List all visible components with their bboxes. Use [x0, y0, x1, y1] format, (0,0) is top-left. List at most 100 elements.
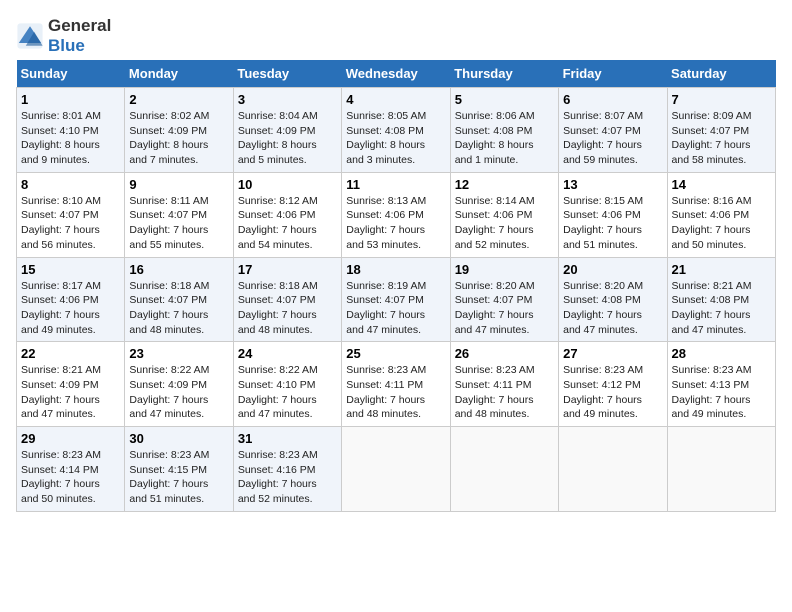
calendar-cell: 16 Sunrise: 8:18 AM Sunset: 4:07 PM Dayli… — [125, 257, 233, 342]
day-info: Sunrise: 8:02 AM Sunset: 4:09 PM Dayligh… — [129, 109, 228, 168]
day-number: 24 — [238, 346, 337, 361]
day-info: Sunrise: 8:17 AM Sunset: 4:06 PM Dayligh… — [21, 279, 120, 338]
day-info: Sunrise: 8:18 AM Sunset: 4:07 PM Dayligh… — [129, 279, 228, 338]
day-number: 20 — [563, 262, 662, 277]
day-info: Sunrise: 8:01 AM Sunset: 4:10 PM Dayligh… — [21, 109, 120, 168]
weekday-header: Saturday — [667, 60, 775, 88]
day-number: 13 — [563, 177, 662, 192]
day-info: Sunrise: 8:23 AM Sunset: 4:14 PM Dayligh… — [21, 448, 120, 507]
weekday-header: Friday — [559, 60, 667, 88]
day-number: 2 — [129, 92, 228, 107]
day-number: 16 — [129, 262, 228, 277]
logo-text: General Blue — [48, 16, 111, 56]
day-number: 8 — [21, 177, 120, 192]
day-info: Sunrise: 8:12 AM Sunset: 4:06 PM Dayligh… — [238, 194, 337, 253]
logo: General Blue — [16, 16, 111, 56]
day-info: Sunrise: 8:23 AM Sunset: 4:12 PM Dayligh… — [563, 363, 662, 422]
day-info: Sunrise: 8:23 AM Sunset: 4:15 PM Dayligh… — [129, 448, 228, 507]
calendar-cell — [342, 427, 450, 512]
day-number: 4 — [346, 92, 445, 107]
day-number: 27 — [563, 346, 662, 361]
calendar-table: SundayMondayTuesdayWednesdayThursdayFrid… — [16, 60, 776, 512]
day-info: Sunrise: 8:06 AM Sunset: 4:08 PM Dayligh… — [455, 109, 554, 168]
day-info: Sunrise: 8:23 AM Sunset: 4:13 PM Dayligh… — [672, 363, 771, 422]
calendar-cell: 2 Sunrise: 8:02 AM Sunset: 4:09 PM Daylig… — [125, 88, 233, 173]
day-number: 11 — [346, 177, 445, 192]
calendar-cell: 12 Sunrise: 8:14 AM Sunset: 4:06 PM Dayli… — [450, 172, 558, 257]
day-info: Sunrise: 8:14 AM Sunset: 4:06 PM Dayligh… — [455, 194, 554, 253]
day-number: 22 — [21, 346, 120, 361]
day-info: Sunrise: 8:04 AM Sunset: 4:09 PM Dayligh… — [238, 109, 337, 168]
calendar-cell: 18 Sunrise: 8:19 AM Sunset: 4:07 PM Dayli… — [342, 257, 450, 342]
calendar-cell: 13 Sunrise: 8:15 AM Sunset: 4:06 PM Dayli… — [559, 172, 667, 257]
day-number: 3 — [238, 92, 337, 107]
day-info: Sunrise: 8:22 AM Sunset: 4:10 PM Dayligh… — [238, 363, 337, 422]
day-number: 12 — [455, 177, 554, 192]
day-info: Sunrise: 8:15 AM Sunset: 4:06 PM Dayligh… — [563, 194, 662, 253]
calendar-cell: 11 Sunrise: 8:13 AM Sunset: 4:06 PM Dayli… — [342, 172, 450, 257]
day-number: 7 — [672, 92, 771, 107]
day-info: Sunrise: 8:23 AM Sunset: 4:11 PM Dayligh… — [346, 363, 445, 422]
day-number: 18 — [346, 262, 445, 277]
day-info: Sunrise: 8:23 AM Sunset: 4:16 PM Dayligh… — [238, 448, 337, 507]
calendar-cell: 9 Sunrise: 8:11 AM Sunset: 4:07 PM Daylig… — [125, 172, 233, 257]
day-info: Sunrise: 8:05 AM Sunset: 4:08 PM Dayligh… — [346, 109, 445, 168]
calendar-cell: 31 Sunrise: 8:23 AM Sunset: 4:16 PM Dayli… — [233, 427, 341, 512]
calendar-cell — [450, 427, 558, 512]
calendar-cell: 29 Sunrise: 8:23 AM Sunset: 4:14 PM Dayli… — [17, 427, 125, 512]
calendar-cell: 7 Sunrise: 8:09 AM Sunset: 4:07 PM Daylig… — [667, 88, 775, 173]
day-info: Sunrise: 8:11 AM Sunset: 4:07 PM Dayligh… — [129, 194, 228, 253]
calendar-cell: 1 Sunrise: 8:01 AM Sunset: 4:10 PM Daylig… — [17, 88, 125, 173]
day-info: Sunrise: 8:10 AM Sunset: 4:07 PM Dayligh… — [21, 194, 120, 253]
day-number: 31 — [238, 431, 337, 446]
weekday-header: Tuesday — [233, 60, 341, 88]
day-info: Sunrise: 8:20 AM Sunset: 4:07 PM Dayligh… — [455, 279, 554, 338]
day-info: Sunrise: 8:19 AM Sunset: 4:07 PM Dayligh… — [346, 279, 445, 338]
day-info: Sunrise: 8:16 AM Sunset: 4:06 PM Dayligh… — [672, 194, 771, 253]
day-number: 9 — [129, 177, 228, 192]
calendar-cell: 30 Sunrise: 8:23 AM Sunset: 4:15 PM Dayli… — [125, 427, 233, 512]
calendar-cell: 26 Sunrise: 8:23 AM Sunset: 4:11 PM Dayli… — [450, 342, 558, 427]
day-info: Sunrise: 8:21 AM Sunset: 4:08 PM Dayligh… — [672, 279, 771, 338]
calendar-cell: 20 Sunrise: 8:20 AM Sunset: 4:08 PM Dayli… — [559, 257, 667, 342]
calendar-cell: 5 Sunrise: 8:06 AM Sunset: 4:08 PM Daylig… — [450, 88, 558, 173]
logo-icon — [16, 22, 44, 50]
day-number: 15 — [21, 262, 120, 277]
day-number: 30 — [129, 431, 228, 446]
day-number: 23 — [129, 346, 228, 361]
day-number: 10 — [238, 177, 337, 192]
day-number: 14 — [672, 177, 771, 192]
calendar-cell: 25 Sunrise: 8:23 AM Sunset: 4:11 PM Dayli… — [342, 342, 450, 427]
calendar-cell: 17Sunrise: 8:18 AM Sunset: 4:07 PM Dayli… — [233, 257, 341, 342]
day-number: 19 — [455, 262, 554, 277]
calendar-cell: 8 Sunrise: 8:10 AM Sunset: 4:07 PM Daylig… — [17, 172, 125, 257]
day-number: 25 — [346, 346, 445, 361]
calendar-cell: 10 Sunrise: 8:12 AM Sunset: 4:06 PM Dayli… — [233, 172, 341, 257]
day-info: Sunrise: 8:13 AM Sunset: 4:06 PM Dayligh… — [346, 194, 445, 253]
calendar-cell: 22Sunrise: 8:21 AM Sunset: 4:09 PM Dayli… — [17, 342, 125, 427]
calendar-cell — [667, 427, 775, 512]
day-number: 28 — [672, 346, 771, 361]
header: General Blue — [16, 16, 776, 56]
calendar-cell: 21Sunrise: 8:21 AM Sunset: 4:08 PM Dayli… — [667, 257, 775, 342]
day-number: 26 — [455, 346, 554, 361]
weekday-header: Monday — [125, 60, 233, 88]
day-number: 5 — [455, 92, 554, 107]
calendar-cell — [559, 427, 667, 512]
calendar-cell: 28 Sunrise: 8:23 AM Sunset: 4:13 PM Dayli… — [667, 342, 775, 427]
weekday-header: Sunday — [17, 60, 125, 88]
calendar-cell: 15 Sunrise: 8:17 AM Sunset: 4:06 PM Dayli… — [17, 257, 125, 342]
day-info: Sunrise: 8:23 AM Sunset: 4:11 PM Dayligh… — [455, 363, 554, 422]
calendar-cell: 14 Sunrise: 8:16 AM Sunset: 4:06 PM Dayli… — [667, 172, 775, 257]
day-info: Sunrise: 8:09 AM Sunset: 4:07 PM Dayligh… — [672, 109, 771, 168]
calendar-cell: 24 Sunrise: 8:22 AM Sunset: 4:10 PM Dayli… — [233, 342, 341, 427]
weekday-header: Thursday — [450, 60, 558, 88]
day-number: 29 — [21, 431, 120, 446]
calendar-cell: 19 Sunrise: 8:20 AM Sunset: 4:07 PM Dayli… — [450, 257, 558, 342]
day-number: 1 — [21, 92, 120, 107]
calendar-cell: 6Sunrise: 8:07 AM Sunset: 4:07 PM Daylig… — [559, 88, 667, 173]
day-info: Sunrise: 8:18 AM Sunset: 4:07 PM Dayligh… — [238, 279, 337, 338]
day-info: Sunrise: 8:20 AM Sunset: 4:08 PM Dayligh… — [563, 279, 662, 338]
calendar-cell: 3 Sunrise: 8:04 AM Sunset: 4:09 PM Daylig… — [233, 88, 341, 173]
day-info: Sunrise: 8:22 AM Sunset: 4:09 PM Dayligh… — [129, 363, 228, 422]
